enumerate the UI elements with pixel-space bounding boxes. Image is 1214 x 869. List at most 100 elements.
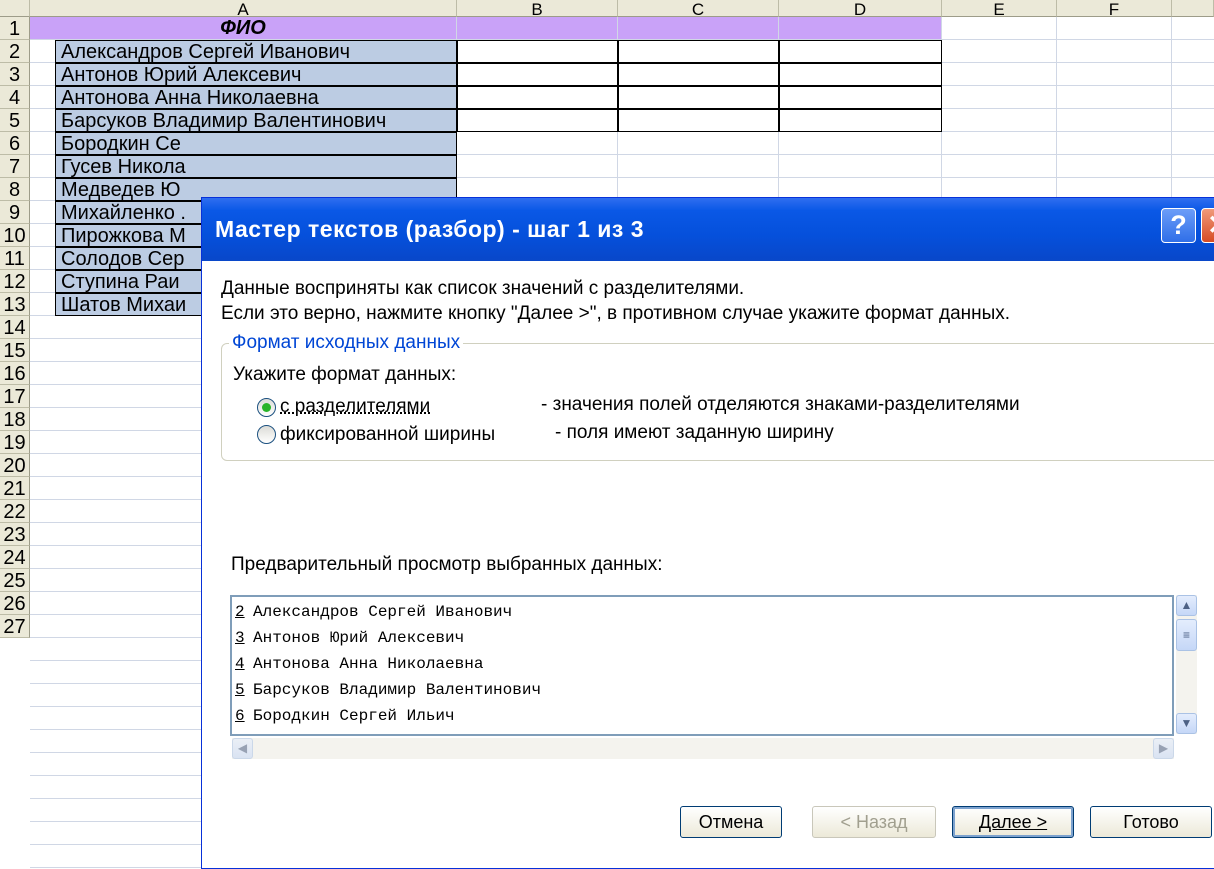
row-header[interactable]: 21 [0, 477, 30, 500]
row-header[interactable]: 8 [0, 178, 30, 201]
preview-row-number: 3 [235, 629, 245, 647]
cell-c[interactable] [618, 86, 779, 109]
row-header[interactable]: 7 [0, 155, 30, 178]
preview-line: 3 Антонов Юрий Алексевич [235, 629, 464, 647]
cell-a[interactable]: Барсуков Владимир Валентинович [55, 109, 457, 132]
cell-a[interactable]: Бородкин Се [55, 132, 457, 155]
column-header-f[interactable]: F [1057, 0, 1172, 19]
preview-row-number: 4 [235, 655, 245, 673]
option-fixed-width-description: - поля имеют заданную ширину [555, 422, 834, 443]
radio-delimited[interactable] [257, 398, 276, 417]
row-header[interactable]: 2 [0, 40, 30, 63]
preview-text: Антонов Юрий Алексевич [253, 629, 465, 647]
preview-horizontal-scrollbar[interactable]: ◀ ▶ [232, 738, 1174, 759]
row-header[interactable]: 24 [0, 546, 30, 569]
row-header[interactable]: 4 [0, 86, 30, 109]
scroll-right-icon[interactable]: ▶ [1153, 738, 1174, 759]
row-header[interactable]: 5 [0, 109, 30, 132]
preview-line: 6 Бородкин Сергей Ильич [235, 707, 455, 725]
dialog-body: Данные восприняты как список значений с … [202, 261, 1214, 868]
row-header[interactable]: 20 [0, 454, 30, 477]
finish-button[interactable]: Готово [1090, 806, 1212, 838]
row-header[interactable]: 27 [0, 615, 30, 638]
preview-line: 2 Александров Сергей Иванович [235, 603, 512, 621]
row-header[interactable]: 17 [0, 385, 30, 408]
cell-a[interactable]: Гусев Никола [55, 155, 457, 178]
dialog-title-bar[interactable]: Мастер текстов (разбор) - шаг 1 из 3 ? ✕ [202, 198, 1214, 261]
preview-line: 4 Антонова Анна Николаевна [235, 655, 483, 673]
preview-text: Барсуков Владимир Валентинович [253, 681, 542, 699]
row-header[interactable]: 9 [0, 201, 30, 224]
select-all-corner[interactable] [0, 0, 30, 17]
row-header[interactable]: 15 [0, 339, 30, 362]
cell-d[interactable] [779, 86, 942, 109]
row-header[interactable]: 22 [0, 500, 30, 523]
scroll-up-icon[interactable]: ▲ [1176, 595, 1197, 616]
cell-c1[interactable] [618, 17, 779, 40]
cell-a[interactable]: Александров Сергей Иванович [55, 40, 457, 63]
column-header-c[interactable]: C [618, 0, 779, 19]
column-header-b[interactable]: B [457, 0, 618, 19]
preview-text: Александров Сергей Иванович [253, 603, 513, 621]
row-header[interactable]: 18 [0, 408, 30, 431]
row-header[interactable]: 6 [0, 132, 30, 155]
back-button[interactable]: < Назад [812, 806, 936, 838]
row-header[interactable]: 3 [0, 63, 30, 86]
cell-d[interactable] [779, 40, 942, 63]
row-header[interactable]: 25 [0, 569, 30, 592]
cell-d[interactable] [779, 63, 942, 86]
intro-line-2: Если это верно, нажмите кнопку "Далее >"… [221, 303, 1011, 324]
cell-b1[interactable] [457, 17, 618, 40]
intro-line-1: Данные восприняты как список значений с … [221, 278, 745, 299]
cell-a[interactable]: Антонов Юрий Алексевич [55, 63, 457, 86]
preview-text: Антонова Анна Николаевна [253, 655, 484, 673]
radio-selected-dot [262, 403, 271, 412]
cell-a[interactable]: Антонова Анна Николаевна [55, 86, 457, 109]
column-header-e[interactable]: E [942, 0, 1057, 19]
scroll-left-icon[interactable]: ◀ [232, 738, 253, 759]
dialog-title: Мастер текстов (разбор) - шаг 1 из 3 [215, 216, 645, 242]
row-header[interactable]: 16 [0, 362, 30, 385]
row-header[interactable]: 23 [0, 523, 30, 546]
cell-c[interactable] [618, 109, 779, 132]
cell-d1[interactable] [779, 17, 942, 40]
cell-c[interactable] [618, 40, 779, 63]
row-header[interactable]: 13 [0, 293, 30, 316]
cell-a1[interactable]: ФИО [30, 17, 457, 40]
row-header[interactable]: 1 [0, 17, 30, 40]
cell-b[interactable] [457, 86, 618, 109]
column-header-d[interactable]: D [779, 0, 942, 19]
help-icon[interactable]: ? [1161, 208, 1196, 243]
cancel-button[interactable]: Отмена [680, 806, 782, 838]
cell-b[interactable] [457, 109, 618, 132]
option-delimited-label[interactable]: с разделителями [280, 396, 430, 418]
row-header[interactable]: 26 [0, 592, 30, 615]
cell-b[interactable] [457, 40, 618, 63]
column-header-g[interactable] [1172, 0, 1214, 17]
option-fixed-width-label[interactable]: фиксированной ширины [280, 424, 495, 446]
cell-b[interactable] [457, 63, 618, 86]
row-header[interactable]: 10 [0, 224, 30, 247]
close-icon[interactable]: ✕ [1201, 208, 1214, 243]
column-header-a[interactable]: A [30, 0, 457, 19]
row-header[interactable]: 12 [0, 270, 30, 293]
preview-label: Предварительный просмотр выбранных данны… [231, 554, 663, 575]
scroll-down-icon[interactable]: ▼ [1176, 713, 1197, 734]
row-header[interactable]: 19 [0, 431, 30, 454]
text-import-wizard-dialog: Мастер текстов (разбор) - шаг 1 из 3 ? ✕… [201, 197, 1214, 869]
cell-d[interactable] [779, 109, 942, 132]
preview-row-number: 2 [235, 603, 245, 621]
cell-c[interactable] [618, 63, 779, 86]
next-button[interactable]: Далее > [952, 806, 1074, 838]
scroll-thumb[interactable]: ≡ [1176, 619, 1197, 651]
preview-vertical-scrollbar[interactable]: ▲ ≡ ▼ [1176, 595, 1197, 734]
preview-text: Бородкин Сергей Ильич [253, 707, 455, 725]
format-prompt: Укажите формат данных: [233, 364, 457, 385]
option-delimited-description: - значения полей отделяются знаками-разд… [541, 394, 1020, 415]
preview-row-number: 5 [235, 681, 245, 699]
preview-row-number: 6 [235, 707, 245, 725]
data-preview-box[interactable]: 2 Александров Сергей Иванович 3 Антонов Юр… [230, 595, 1174, 736]
row-header[interactable]: 14 [0, 316, 30, 339]
radio-fixed-width[interactable] [257, 425, 276, 444]
row-header[interactable]: 11 [0, 247, 30, 270]
